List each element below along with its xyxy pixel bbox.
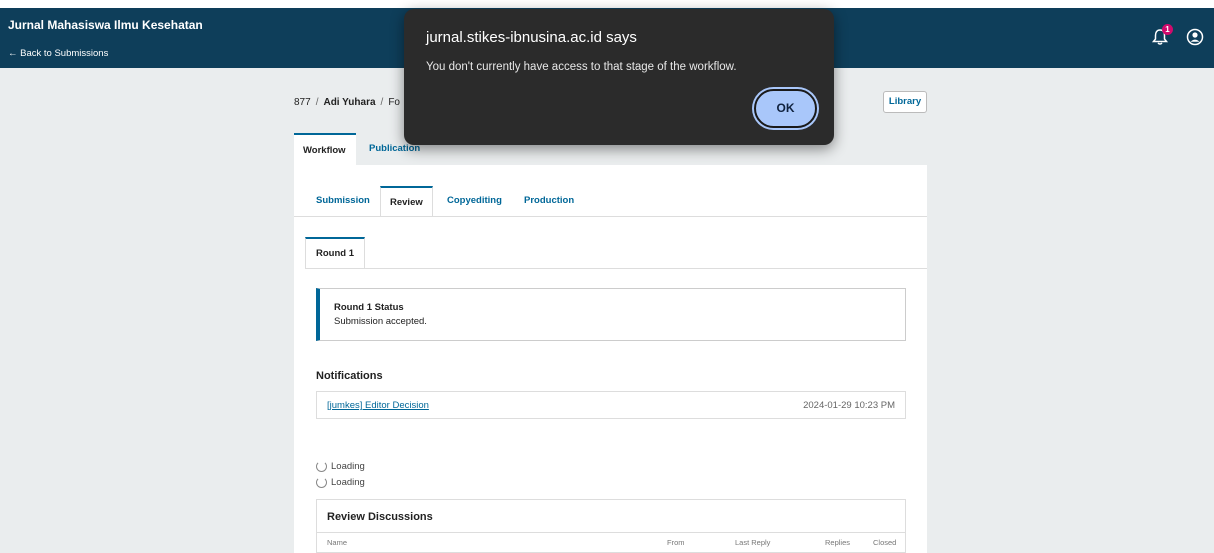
ok-button[interactable]: OK xyxy=(754,89,817,128)
round-status-text: Submission accepted. xyxy=(334,316,427,327)
stage-tab-production[interactable]: Production xyxy=(524,186,574,216)
loading-text: Loading xyxy=(331,477,365,489)
tab-workflow[interactable]: Workflow xyxy=(294,133,356,165)
back-to-submissions-link[interactable]: ← Back to Submissions xyxy=(8,48,108,59)
column-header-last-reply[interactable]: Last Reply xyxy=(735,538,770,547)
round-status-title: Round 1 Status xyxy=(334,302,404,313)
loading-indicator: Loading xyxy=(316,461,365,472)
notification-count-badge: 1 xyxy=(1162,24,1173,35)
stage-tab-review[interactable]: Review xyxy=(380,186,433,216)
dialog-title: jurnal.stikes-ibnusina.ac.id says xyxy=(426,29,637,46)
dialog-message: You don't currently have access to that … xyxy=(426,61,737,73)
user-account-icon[interactable] xyxy=(1186,28,1204,46)
loading-indicator: Loading xyxy=(316,477,365,488)
spinner-icon xyxy=(316,477,327,488)
review-discussions-title: Review Discussions xyxy=(327,511,433,523)
column-header-replies[interactable]: Replies xyxy=(825,538,850,547)
loading-text: Loading xyxy=(331,461,365,473)
review-discussions-grid: Review Discussions Name From Last Reply … xyxy=(316,499,906,553)
browser-top-strip xyxy=(0,0,1214,8)
tab-round-1[interactable]: Round 1 xyxy=(305,237,365,268)
column-header-closed[interactable]: Closed xyxy=(873,538,896,547)
notifications-heading: Notifications xyxy=(316,370,383,382)
column-header-from[interactable]: From xyxy=(667,538,685,547)
notification-link[interactable]: [jumkes] Editor Decision xyxy=(327,400,429,411)
grid-header-divider xyxy=(317,532,905,533)
submission-title: Fo xyxy=(388,97,400,108)
workflow-panel xyxy=(294,165,927,553)
round-tabs-divider xyxy=(305,268,927,269)
browser-alert-dialog: jurnal.stikes-ibnusina.ac.id says You do… xyxy=(404,9,834,145)
column-header-name[interactable]: Name xyxy=(327,538,347,547)
stage-tab-submission[interactable]: Submission xyxy=(316,186,370,216)
submission-author: Adi Yuhara xyxy=(323,97,376,108)
notification-row: [jumkes] Editor Decision 2024-01-29 10:2… xyxy=(316,391,906,419)
round-status-box: Round 1 Status Submission accepted. xyxy=(316,288,906,341)
library-button[interactable]: Library xyxy=(883,91,927,113)
submission-id: 877 xyxy=(294,97,311,108)
spinner-icon xyxy=(316,461,327,472)
journal-title[interactable]: Jurnal Mahasiswa Ilmu Kesehatan xyxy=(8,18,203,32)
breadcrumb: 877/Adi Yuhara / Fo xyxy=(294,97,400,108)
notification-date: 2024-01-29 10:23 PM xyxy=(803,400,895,411)
stage-tab-copyediting[interactable]: Copyediting xyxy=(447,186,502,216)
stage-tabs-divider xyxy=(294,216,927,217)
